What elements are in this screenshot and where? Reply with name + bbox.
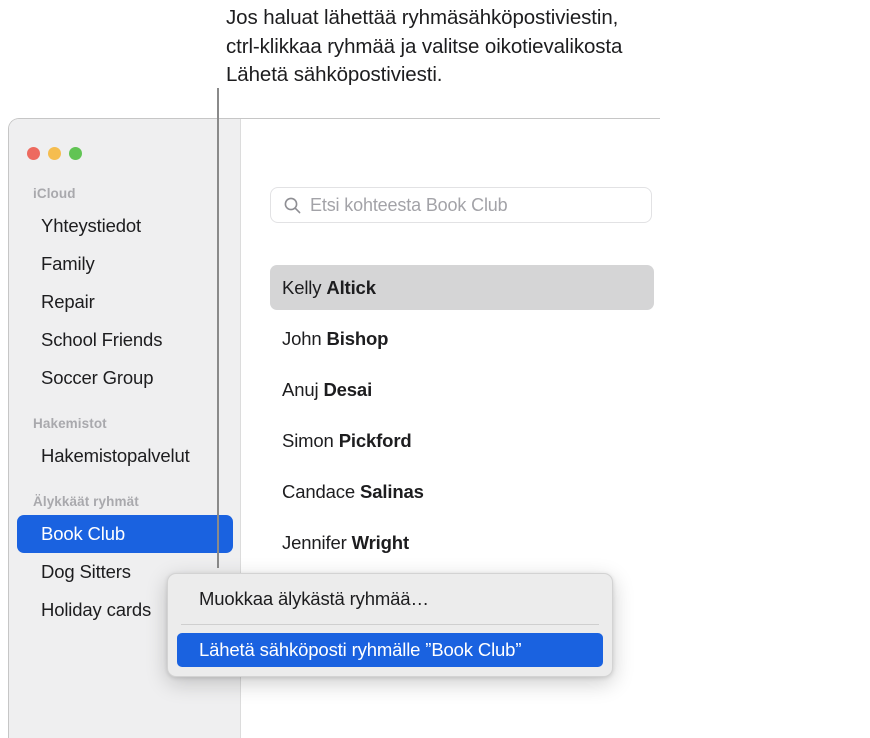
callout-caption: Jos haluat lähettää ryhmäsähköpostiviest… [226, 6, 623, 86]
contact-last-name: Bishop [326, 328, 389, 349]
search-icon [283, 196, 302, 215]
contact-row-candace-salinas[interactable]: Candace Salinas [270, 469, 654, 514]
contact-last-name: Desai [323, 379, 373, 400]
sidebar-item-school-friends[interactable]: School Friends [17, 321, 233, 359]
search-input[interactable]: Etsi kohteesta Book Club [310, 195, 508, 216]
contact-row-kelly-altick[interactable]: Kelly Altick [270, 265, 654, 310]
contact-row-anuj-desai[interactable]: Anuj Desai [270, 367, 654, 412]
contact-first-name: John [282, 328, 322, 349]
contact-last-name: Salinas [360, 481, 424, 502]
search-field[interactable]: Etsi kohteesta Book Club [270, 187, 652, 223]
sidebar-item-hakemistopalvelut[interactable]: Hakemistopalvelut [17, 437, 233, 475]
contact-first-name: Jennifer [282, 532, 347, 553]
callout-leader-line [217, 88, 219, 568]
window-controls [27, 147, 82, 160]
contact-last-name: Wright [351, 532, 409, 553]
contact-row-jennifer-wright[interactable]: Jennifer Wright [270, 520, 654, 565]
contact-list: Kelly Altick John Bishop Anuj Desai Simo… [270, 265, 654, 571]
contact-first-name: Simon [282, 430, 334, 451]
menu-item-send-email-to-group[interactable]: Lähetä sähköposti ryhmälle ”Book Club” [177, 633, 603, 667]
sidebar-section-header-smart-groups: Älykkäät ryhmät [33, 494, 139, 509]
context-menu: Muokkaa älykästä ryhmää… Lähetä sähköpos… [167, 573, 613, 677]
sidebar-list: iCloud Yhteystiedot Family Repair School… [9, 181, 241, 629]
sidebar-item-soccer-group[interactable]: Soccer Group [17, 359, 233, 397]
menu-item-edit-smart-group[interactable]: Muokkaa älykästä ryhmää… [177, 582, 603, 616]
maximize-button[interactable] [69, 147, 82, 160]
sidebar-section-header-icloud: iCloud [33, 186, 76, 201]
contact-row-john-bishop[interactable]: John Bishop [270, 316, 654, 361]
contact-first-name: Candace [282, 481, 356, 502]
sidebar-section-header-hakemistot: Hakemistot [33, 416, 107, 431]
contact-first-name: Kelly [282, 277, 322, 298]
contact-first-name: Anuj [282, 379, 319, 400]
menu-separator [181, 624, 599, 625]
sidebar-item-book-club[interactable]: Book Club [17, 515, 233, 553]
contact-row-simon-pickford[interactable]: Simon Pickford [270, 418, 654, 463]
sidebar-item-yhteystiedot[interactable]: Yhteystiedot [17, 207, 233, 245]
contact-last-name: Altick [326, 277, 376, 298]
contact-last-name: Pickford [338, 430, 412, 451]
sidebar-item-family[interactable]: Family [17, 245, 233, 283]
sidebar-item-repair[interactable]: Repair [17, 283, 233, 321]
minimize-button[interactable] [48, 147, 61, 160]
close-button[interactable] [27, 147, 40, 160]
